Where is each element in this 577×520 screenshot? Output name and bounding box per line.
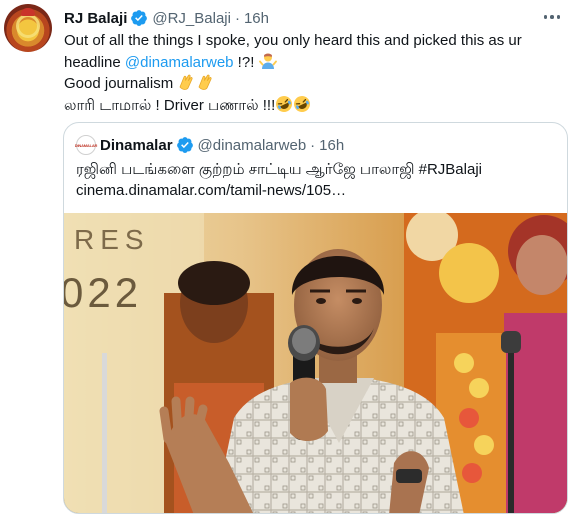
tweet-text-line-2: headline @dinamalarweb !?!	[64, 52, 564, 74]
quoted-avatar-logo-text: DINAMALAR	[74, 142, 98, 148]
mic-stand-left	[102, 353, 107, 513]
tweet-text-line-4: லாரி டாமால் ! Driver பணால் !!!	[64, 95, 564, 117]
tweet-header: RJ Balaji @RJ_Balaji · 16h	[64, 7, 269, 29]
tweet[interactable]: RJ Balaji @RJ_Balaji · 16h Out of all th…	[0, 0, 577, 520]
quoted-text-line-2: cinema.dinamalar.com/tamil-news/105…	[76, 182, 347, 199]
rolling-on-floor-laughing-emoji	[276, 95, 293, 112]
quoted-media-photo[interactable]: RES 022	[64, 213, 567, 513]
verified-badge-icon	[131, 10, 148, 26]
clapping-hands-emoji	[179, 74, 212, 90]
mention-link[interactable]: @dinamalarweb	[125, 54, 234, 71]
quoted-tweet-header: DINAMALAR Dinamalar @dinamalarweb · 16h	[74, 135, 345, 155]
handle[interactable]: @RJ_Balaji	[152, 10, 231, 27]
person-shrugging-emoji	[258, 53, 277, 69]
quoted-tweet[interactable]: DINAMALAR Dinamalar @dinamalarweb · 16h …	[63, 122, 568, 514]
tweet-text-line-3-text: Good journalism	[64, 75, 178, 92]
quoted-tweet-text: ரஜினி படங்களை குற்றம் சாட்டிய ஆர்ஜே பாலா…	[76, 159, 556, 201]
quoted-handle: @dinamalarweb	[197, 136, 307, 154]
more-options-icon[interactable]	[541, 8, 563, 26]
quoted-timestamp: 16h	[319, 136, 345, 154]
tweet-text-line-2-suffix: !?!	[233, 53, 259, 71]
verified-badge-icon	[176, 137, 193, 153]
tweet-text-line-4-text: லாரி டாமால் ! Driver பணால் !!!	[64, 96, 276, 114]
rolling-on-floor-laughing-emoji	[294, 95, 311, 112]
separator-dot: ·	[234, 9, 240, 27]
speaker-photo: RES 022	[64, 213, 567, 513]
quoted-display-name: Dinamalar	[100, 136, 173, 154]
quoted-text-line-1: ரஜினி படங்களை குற்றம் சாட்டிய ஆர்ஜே பாலா…	[76, 161, 482, 178]
backdrop-text-year: 022	[64, 269, 142, 316]
quoted-separator-dot: ·	[310, 136, 316, 154]
tweet-text-line-2-prefix: headline	[64, 53, 125, 71]
tweet-text-line-1: Out of all the things I spoke, you only …	[64, 32, 522, 49]
timestamp[interactable]: 16h	[244, 10, 269, 27]
avatar-cap-decoration	[21, 8, 35, 16]
display-name[interactable]: RJ Balaji	[64, 10, 127, 27]
tweet-text: Out of all the things I spoke, you only …	[64, 30, 564, 116]
avatar[interactable]	[4, 4, 52, 52]
tweet-text-line-3: Good journalism	[64, 73, 564, 95]
backdrop-text-res: RES	[74, 224, 150, 255]
avatar-ring-decoration	[16, 14, 40, 38]
quoted-avatar: DINAMALAR	[74, 135, 98, 155]
